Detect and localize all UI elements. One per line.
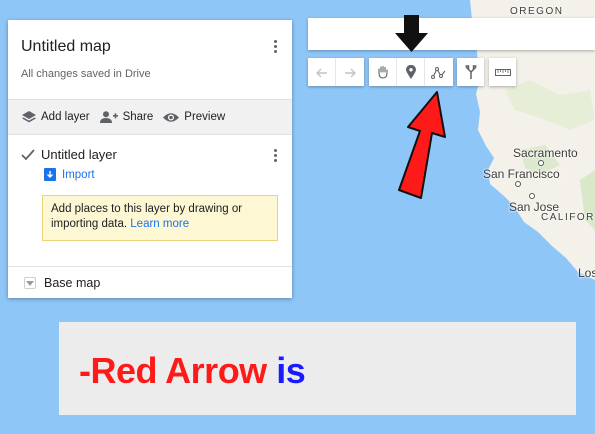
annotation-blue-text: is: [276, 350, 306, 391]
annotation-banner: -Red Arrow is: [59, 322, 576, 415]
annotation-dash: -: [79, 350, 91, 391]
black-arrow: [395, 15, 428, 52]
annotation-text: -Red Arrow is: [79, 350, 306, 392]
annotation-red-text: Red Arrow: [90, 350, 268, 391]
red-arrow: [398, 91, 446, 199]
